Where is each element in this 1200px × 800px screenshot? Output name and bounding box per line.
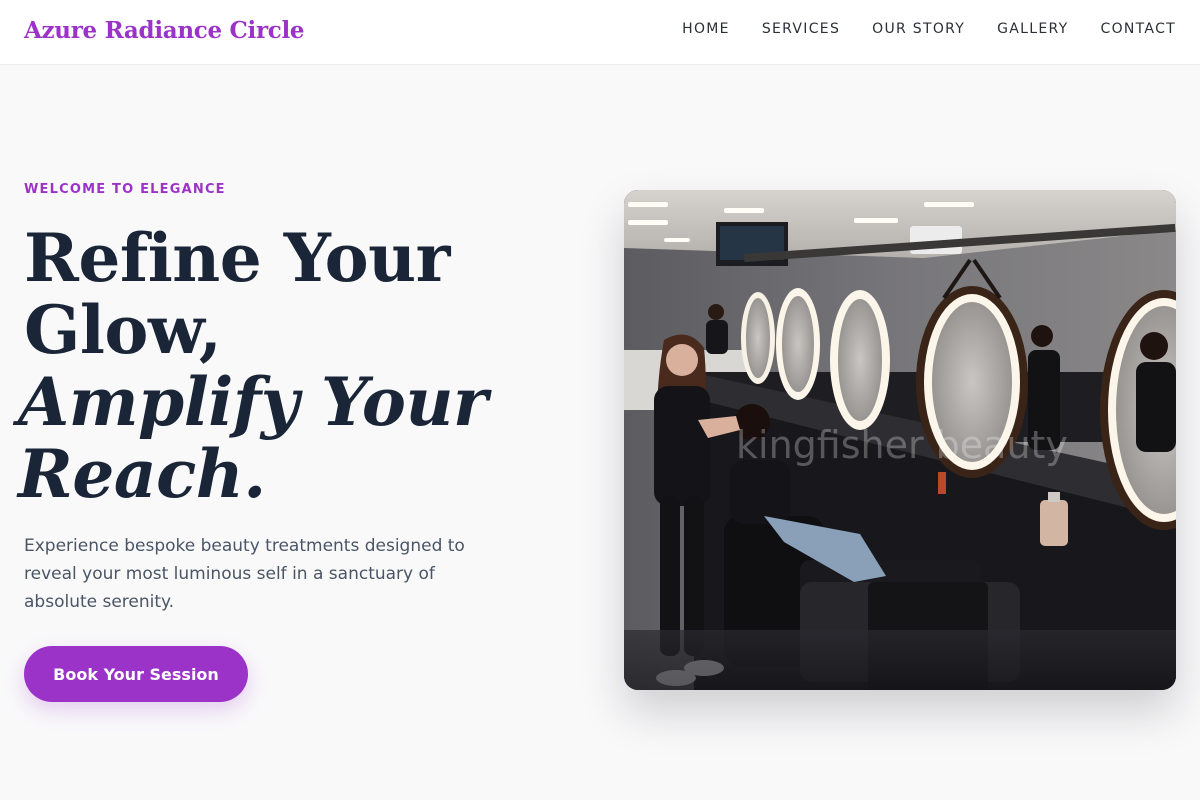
nav-our-story[interactable]: OUR STORY [872, 21, 965, 37]
salon-photo: kingfisher beauty [624, 190, 1176, 690]
headline-line-3: Amplify Your [18, 363, 488, 441]
headline-line-1: Refine Your [24, 219, 450, 297]
hero-headline: Refine Your Glow, Amplify Your Reach. [18, 219, 544, 510]
hero-eyebrow: WELCOME TO ELEGANCE [24, 182, 226, 197]
nav-services[interactable]: SERVICES [762, 21, 840, 37]
nav-gallery[interactable]: GALLERY [997, 21, 1068, 37]
headline-line-2: Glow, [24, 291, 222, 369]
site-header: Azure Radiance Circle HOME SERVICES OUR … [0, 0, 1200, 65]
hero-description: Experience bespoke beauty treatments des… [24, 536, 465, 612]
book-session-button[interactable]: Book Your Session [24, 646, 248, 702]
main-nav: HOME SERVICES OUR STORY GALLERY CONTACT [682, 21, 1176, 37]
photo-watermark: kingfisher beauty [736, 423, 1068, 467]
headline-line-4: Reach. [18, 435, 266, 513]
brand-logo[interactable]: Azure Radiance Circle [24, 17, 305, 44]
nav-contact[interactable]: CONTACT [1101, 21, 1177, 37]
nav-home[interactable]: HOME [682, 21, 730, 37]
